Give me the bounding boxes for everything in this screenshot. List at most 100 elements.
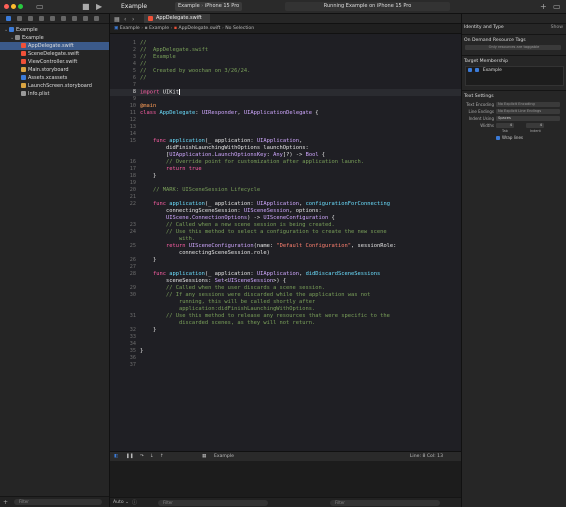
play-icon[interactable]: ▶ — [96, 2, 102, 11]
pause-icon[interactable]: ❚❚ — [126, 452, 134, 461]
debug-icon[interactable] — [72, 16, 77, 21]
forward-icon[interactable]: › — [132, 15, 134, 24]
debug-target-label[interactable]: Example — [214, 452, 234, 461]
text-encoding-select[interactable]: No Explicit Encoding — [496, 102, 560, 107]
code-line: // AppDelegate.swift — [140, 47, 208, 54]
file-tree-item[interactable]: Info.plist — [0, 90, 109, 98]
folder-icon — [15, 35, 20, 40]
file-tree-item[interactable]: AppDelegate.swift — [0, 42, 109, 50]
jump-bar-group[interactable]: Example — [149, 26, 169, 31]
code-token: class — [140, 110, 160, 116]
code-token: running, this will be called shortly aft… — [140, 299, 316, 305]
step-in-icon[interactable]: ↓ — [150, 452, 154, 461]
sidebar-toggle-icon[interactable]: ▭ — [36, 2, 44, 11]
line-number: 22 — [129, 201, 136, 207]
inspector-tabs — [462, 14, 566, 24]
minimize-window-button[interactable] — [11, 4, 16, 9]
checkbox-checked[interactable] — [468, 67, 472, 72]
code-line: discarded scenes, as they will not retur… — [140, 320, 315, 327]
zoom-window-button[interactable] — [18, 4, 23, 9]
jump-bar-project[interactable]: Example — [120, 26, 140, 31]
line-number: 14 — [129, 131, 136, 137]
file-tree-item[interactable]: Assets.xcassets — [0, 74, 109, 82]
file-tree-item[interactable]: ⌄ Example — [0, 34, 109, 42]
line-endings-label: Line Endings — [468, 109, 494, 114]
navigator-tabs — [0, 14, 109, 24]
file-tree-item[interactable]: SceneDelegate.swift — [0, 50, 109, 58]
hide-debug-area-icon[interactable]: ◧ — [114, 452, 118, 461]
code-line: return UISceneConfiguration(name: "Defau… — [140, 243, 396, 250]
file-tree-item[interactable]: ⌄ Example — [0, 26, 109, 34]
code-token: UIApplication — [256, 271, 300, 277]
step-over-icon[interactable]: ↷ — [140, 452, 144, 461]
code-token: // MARK: UISceneSession Lifecycle — [140, 187, 261, 193]
back-icon[interactable]: ‹ — [124, 15, 126, 24]
code-token: ]?) -> — [282, 152, 306, 158]
console-mode-label: Auto — [113, 500, 124, 505]
file-tree-item-label: Main.storyboard — [28, 67, 69, 73]
code-line: // — [140, 75, 147, 82]
console-area[interactable] — [110, 461, 461, 497]
code-token: // Example — [140, 54, 176, 60]
file-tree-item[interactable]: LaunchScreen.storyboard — [0, 82, 109, 90]
line-number: 4 — [132, 61, 136, 67]
target-membership-item[interactable]: Example — [466, 67, 563, 74]
code-token: // — [140, 40, 147, 46]
code-token: didFinishLaunchingWithOptions launchOpti… — [140, 145, 309, 151]
wrap-lines-checkbox[interactable]: Wrap lines — [496, 134, 523, 141]
inspector-toggle-icon[interactable]: ▭ — [553, 2, 561, 11]
symbol-icon[interactable] — [28, 16, 33, 21]
console-mode-select[interactable]: Auto ⌄ — [113, 499, 129, 507]
file-tree-item[interactable]: ViewController.swift — [0, 58, 109, 66]
line-number: 33 — [129, 334, 136, 340]
grid-icon[interactable]: ▦ — [114, 15, 120, 24]
code-token: { — [312, 110, 319, 116]
line-number: 3 — [132, 54, 136, 60]
line-number: 29 — [129, 285, 136, 291]
line-number: 31 — [129, 313, 136, 319]
source-control-icon[interactable] — [17, 16, 22, 21]
variables-filter-input[interactable]: Filter — [158, 500, 268, 506]
code-token: } — [140, 348, 144, 354]
project-title: Example — [121, 3, 148, 10]
line-number: 30 — [129, 292, 136, 298]
show-toggle[interactable]: Show — [551, 24, 563, 32]
stop-icon[interactable]: ■ — [82, 2, 90, 11]
breakpoint-icon[interactable] — [83, 16, 88, 21]
code-token: // Called when the user discards a scene… — [140, 285, 325, 291]
step-out-icon[interactable]: ↑ — [160, 452, 164, 461]
checkbox-checked[interactable] — [496, 136, 500, 140]
add-icon[interactable]: + — [540, 2, 547, 11]
code-token: UISceneConfiguration — [263, 215, 329, 221]
scheme-selector[interactable]: Example › iPhone 15 Pro — [175, 2, 243, 11]
test-icon[interactable] — [61, 16, 66, 21]
code-token: (_ application: — [204, 138, 257, 144]
close-window-button[interactable] — [4, 4, 9, 9]
source-editor[interactable]: 1 2 3 4 5 6 7 8 9 10 11 12 13 14 15 16 17 18 19 20 21 22 23 24 2… — [110, 34, 461, 451]
jump-bar-file[interactable]: AppDelegate.swift — [178, 26, 220, 31]
line-endings-select[interactable]: No Explicit Line Endings — [496, 109, 560, 114]
folder-icon[interactable] — [6, 16, 11, 21]
code-token: // Use this method to select a configura… — [140, 229, 387, 235]
indent-using-select[interactable]: Spaces — [496, 116, 560, 121]
console-filter-bar: Auto ⌄ ⓘ Filter Filter — [110, 497, 461, 507]
odr-header: On Demand Resource Tags — [464, 38, 526, 43]
file-tree-item[interactable]: Main.storyboard — [0, 66, 109, 74]
console-filter-input[interactable]: Filter — [330, 500, 440, 506]
tab-appdelegate[interactable]: AppDelegate.swift — [144, 14, 210, 23]
info-icon[interactable]: ⓘ — [132, 499, 137, 507]
issue-icon[interactable] — [50, 16, 55, 21]
code-token: , — [299, 138, 303, 144]
code-token: // If any sessions were discarded while … — [140, 292, 371, 298]
line-number: 1 — [132, 40, 136, 46]
find-icon[interactable] — [39, 16, 44, 21]
odr-tags-field[interactable]: Only resources are taggable — [465, 45, 561, 50]
navigator-filter-input[interactable]: Filter — [14, 499, 102, 505]
report-icon[interactable] — [94, 16, 99, 21]
jump-bar-symbol[interactable]: No Selection — [225, 26, 254, 31]
add-file-icon[interactable]: + — [3, 498, 8, 507]
storyboard-icon — [21, 67, 26, 72]
line-number: 26 — [129, 257, 136, 263]
